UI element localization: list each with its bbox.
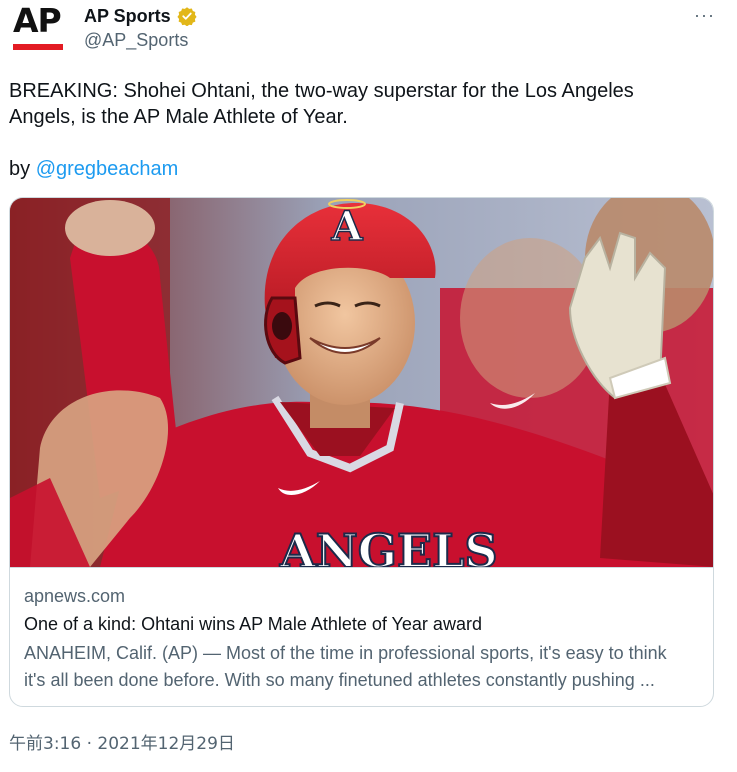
card-description-line-2: it's all been done before. With so many … (24, 670, 655, 690)
tweet-byline: by @gregbeacham (9, 156, 178, 182)
verified-badge-icon (177, 6, 197, 27)
display-name[interactable]: AP Sports (84, 6, 171, 27)
card-domain: apnews.com (24, 586, 126, 606)
author-handle[interactable]: @AP_Sports (84, 30, 188, 51)
ap-logo-bar (13, 44, 63, 50)
card-title: One of a kind: Ohtani wins AP Male Athle… (24, 614, 482, 634)
mention-link[interactable]: @gregbeacham (36, 158, 179, 180)
link-card[interactable]: ANGELS A apnews.com One of a kind: Ohtan… (9, 197, 714, 707)
tweet-text: BREAKING: Shohei Ohtani, the two-way sup… (9, 80, 634, 128)
author-name-row: AP Sports (84, 4, 197, 28)
avatar[interactable]: AP (9, 3, 69, 55)
card-image[interactable]: ANGELS A (10, 198, 713, 568)
tweet-timestamp[interactable]: 午前3:16 · 2021年12月29日 (9, 729, 235, 754)
ap-logo: AP (13, 1, 62, 40)
byline-prefix: by (9, 158, 36, 180)
helmet-logo: A (330, 203, 363, 250)
more-options-button[interactable]: ··· (694, 5, 715, 26)
jersey-text: ANGELS (279, 524, 498, 567)
card-description-line-1: ANAHEIM, Calif. (AP) — Most of the time … (24, 643, 667, 663)
card-body: apnews.com One of a kind: Ohtani wins AP… (24, 583, 704, 694)
ohtani-photo: ANGELS A (10, 198, 713, 567)
